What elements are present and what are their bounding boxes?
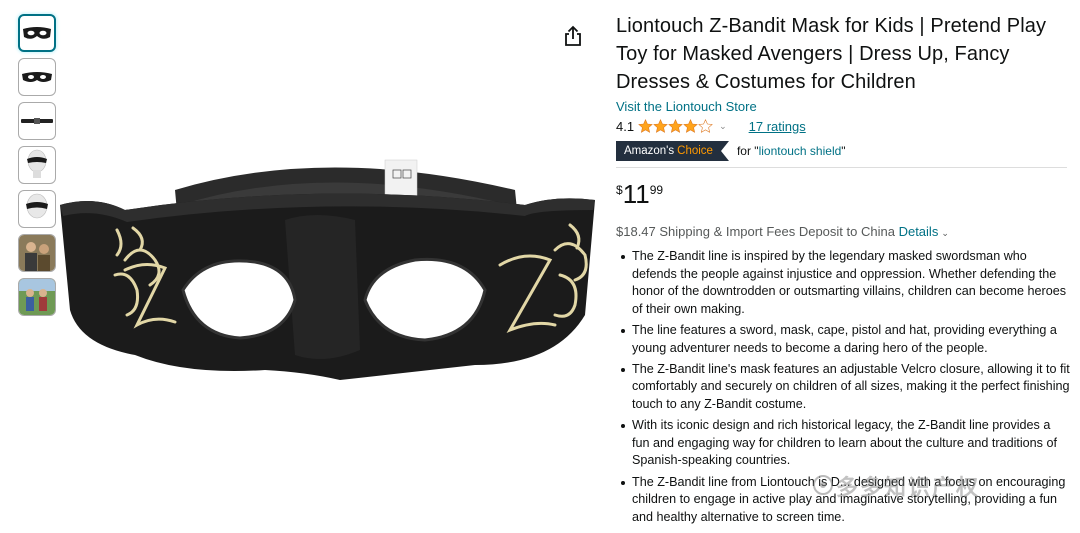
badge-for-prefix: for "	[736, 144, 759, 158]
star-full-icon	[668, 119, 683, 133]
price-fraction: 99	[649, 183, 664, 197]
store-link[interactable]: Visit the Liontouch Store	[616, 99, 1071, 114]
main-product-image[interactable]	[55, 150, 595, 420]
ratings-count-link[interactable]: 17 ratings	[749, 119, 806, 134]
feature-bullet: With its iconic design and rich historic…	[616, 417, 1071, 470]
kids-photo-thumb-icon	[19, 235, 55, 271]
chevron-down-icon[interactable]: ⌄	[941, 228, 949, 238]
thumbnail-kids-outdoor[interactable]	[18, 278, 56, 316]
feature-bullet: The Z-Bandit line's mask features an adj…	[616, 361, 1071, 414]
amazons-choice-badge[interactable]: Amazon's Choice	[616, 141, 721, 161]
price: $ 11 99	[616, 180, 1071, 210]
feature-bullet: The line features a sword, mask, cape, p…	[616, 322, 1071, 357]
amazons-choice-row: Amazon's Choice for "liontouch shield"	[616, 141, 1071, 161]
mask-flat-thumb-icon	[22, 72, 52, 82]
thumbnail-mannequin-side[interactable]	[18, 190, 56, 228]
star-full-icon	[683, 119, 698, 133]
mask-front-thumb-icon	[23, 27, 51, 39]
shipping-text: $18.47 Shipping & Import Fees Deposit to…	[616, 224, 895, 239]
feature-bullet: The Z-Bandit line is inspired by the leg…	[616, 248, 1071, 318]
z-bandit-mask-image	[60, 159, 595, 380]
product-info: Liontouch Z-Bandit Mask for Kids | Prete…	[616, 12, 1071, 530]
badge-for-suffix: "	[841, 144, 846, 158]
thumbnail-mannequin[interactable]	[18, 146, 56, 184]
rating-row: 4.1 ⌄ 17 ratings	[616, 117, 1071, 135]
thumbnail-mask-front[interactable]	[18, 14, 56, 52]
product-title: Liontouch Z-Bandit Mask for Kids | Prete…	[616, 15, 1047, 93]
watermark-text: 多多知识产权	[836, 475, 981, 500]
rating-value: 4.1	[616, 118, 635, 134]
star-rating[interactable]	[638, 119, 713, 133]
thumbnail-mask-flat[interactable]	[18, 58, 56, 96]
badge-choice-label: Choice	[677, 145, 713, 157]
badge-search-term-link[interactable]: liontouch shield	[759, 144, 842, 158]
shipping-info: $18.47 Shipping & Import Fees Deposit to…	[616, 224, 1071, 239]
kids-outdoor-thumb-icon	[19, 279, 55, 315]
thumbnail-strip	[18, 14, 58, 322]
thumbnail-mask-strap[interactable]	[18, 102, 56, 140]
shipping-details-link[interactable]: Details	[899, 224, 939, 239]
price-whole: 11	[622, 179, 650, 209]
rating-chevron-icon[interactable]: ⌄	[719, 121, 727, 132]
star-empty-icon	[698, 119, 713, 133]
mask-strap-thumb-icon	[21, 118, 53, 124]
star-full-icon	[653, 119, 668, 133]
price-symbol: $	[616, 183, 623, 197]
thumbnail-kids-photo[interactable]	[18, 234, 56, 272]
badge-tail	[720, 141, 729, 161]
star-full-icon	[638, 119, 653, 133]
watermark-logo-icon	[813, 475, 833, 495]
badge-label: Amazon's	[624, 145, 675, 157]
mannequin-side-thumb-icon	[26, 193, 48, 219]
divider	[616, 167, 1067, 168]
mannequin-thumb-icon	[27, 149, 47, 178]
badge-for-text: for "liontouch shield"	[737, 144, 846, 158]
share-icon[interactable]	[562, 24, 584, 48]
